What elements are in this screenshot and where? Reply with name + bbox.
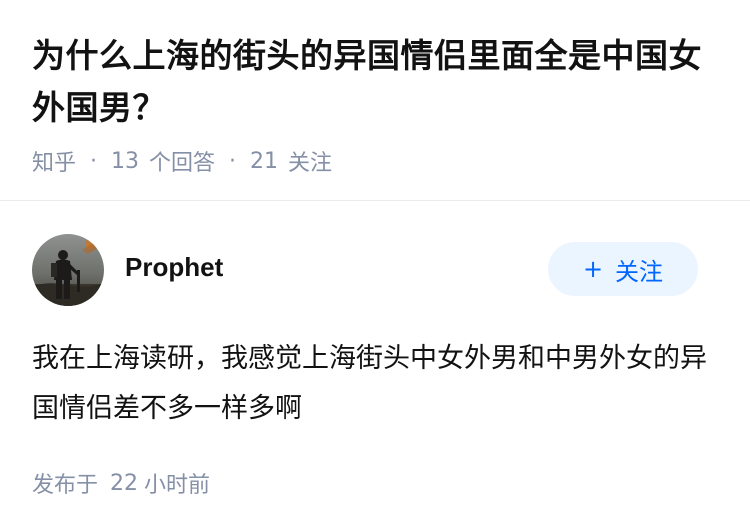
- avatar[interactable]: [32, 234, 104, 306]
- avatar-photo-icon: [32, 234, 104, 306]
- publish-label: 发布于: [32, 473, 99, 498]
- answer-card: Prophet + 关注 我在上海读研，我感觉上海街头中女外男和中男外女的异国情…: [32, 234, 722, 434]
- follower-count-label: 关注: [288, 151, 333, 176]
- question-header: 为什么上海的街头的异国情侣里面全是中国女外国男？ 知乎 · 13 个回答 · 2…: [32, 30, 722, 178]
- author-name[interactable]: Prophet: [125, 252, 223, 283]
- answer-count-label[interactable]: 个回答: [149, 145, 215, 177]
- section-divider: [0, 200, 750, 201]
- question-title[interactable]: 为什么上海的街头的异国情侣里面全是中国女外国男？: [32, 30, 722, 134]
- plus-icon: +: [582, 255, 604, 283]
- author-row: Prophet + 关注: [32, 234, 722, 306]
- publish-time: 发布于 22 小时前: [32, 466, 210, 500]
- publish-number: 22: [110, 470, 139, 496]
- meta-separator: ·: [90, 148, 98, 174]
- meta-separator: ·: [229, 148, 237, 174]
- question-meta: 知乎 · 13 个回答 · 21 关注: [32, 144, 722, 178]
- follow-button[interactable]: + 关注: [548, 242, 698, 296]
- source-label[interactable]: 知乎: [32, 145, 76, 177]
- follower-count: 21: [250, 148, 279, 174]
- answer-content[interactable]: 我在上海读研，我感觉上海街头中女外男和中男外女的异国情侣差不多一样多啊: [32, 334, 712, 434]
- answer-count: 13: [111, 148, 140, 174]
- publish-unit: 小时前: [144, 473, 211, 498]
- follow-button-label: 关注: [615, 257, 664, 286]
